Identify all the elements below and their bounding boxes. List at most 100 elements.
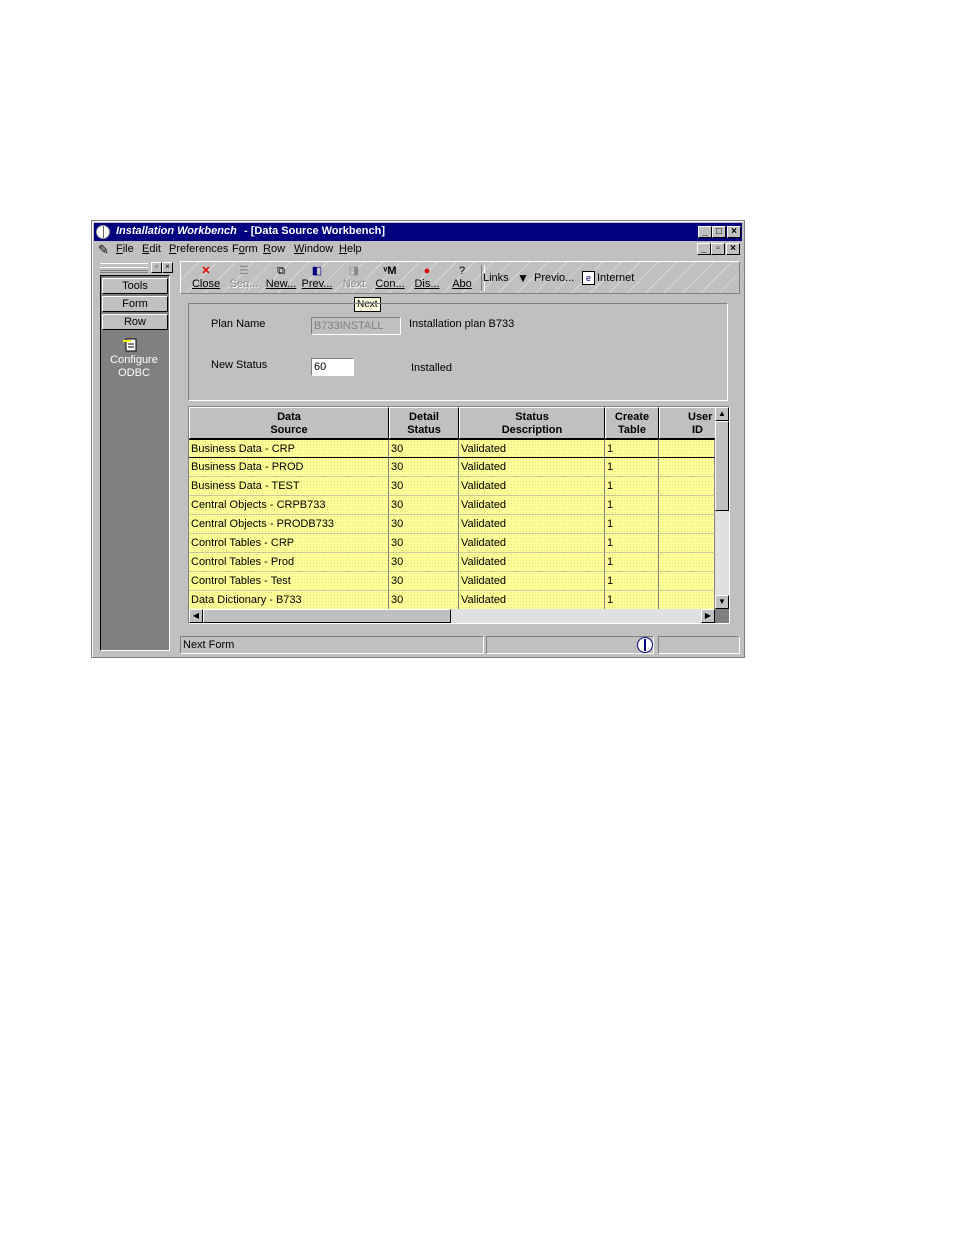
menu-preferences[interactable]: Preferences (169, 243, 228, 255)
about-button[interactable]: ? Abo (443, 264, 481, 292)
table-row[interactable]: Business Data - PROD 30 Validated 1 (189, 458, 715, 477)
cell-data-source[interactable]: Control Tables - CRP (189, 534, 389, 553)
close-window-icon[interactable]: × (727, 226, 741, 238)
cell-detail-status[interactable]: 30 (389, 591, 459, 610)
col-header-data-source[interactable]: Data Source (189, 407, 389, 439)
table-row[interactable]: Central Objects - PRODB733 30 Validated 1 (189, 515, 715, 534)
cell-detail-status[interactable]: 30 (389, 572, 459, 591)
configure-button[interactable]: ᵛM Con... (371, 264, 409, 292)
cell-create-table[interactable]: 1 (605, 496, 659, 515)
table-row[interactable]: Business Data - CRP 30 Validated 1 (189, 439, 715, 458)
cell-data-source[interactable]: Business Data - TEST (189, 477, 389, 496)
cell-create-table[interactable]: 1 (605, 439, 659, 458)
display-button[interactable]: ● Dis... (408, 264, 446, 292)
next-button[interactable]: ◨ Next (335, 264, 373, 292)
sequence-button[interactable]: ☰ Seq... (225, 264, 263, 292)
cell-user-id[interactable] (659, 572, 715, 591)
table-row[interactable]: Central Objects - CRPB733 30 Validated 1 (189, 496, 715, 515)
cell-data-source[interactable]: Business Data - CRP (189, 439, 389, 458)
cell-status-description[interactable]: Validated (459, 515, 605, 534)
cell-status-description[interactable]: Validated (459, 458, 605, 477)
links-menu[interactable]: Links (483, 272, 509, 284)
doc-restore-icon[interactable]: ▫ (711, 243, 725, 255)
cell-data-source[interactable]: Control Tables - Test (189, 572, 389, 591)
cell-status-description[interactable]: Validated (459, 534, 605, 553)
cell-user-id[interactable] (659, 553, 715, 572)
cell-create-table[interactable]: 1 (605, 477, 659, 496)
table-row[interactable]: Data Dictionary - B733 30 Validated 1 (189, 591, 715, 610)
new-status-field[interactable]: 60 (311, 358, 354, 376)
new-button[interactable]: ⧉ New... (262, 264, 300, 292)
row-button[interactable]: Row (102, 314, 168, 330)
pane-float-icon[interactable]: ▫ (151, 262, 162, 273)
cell-data-source[interactable]: Business Data - PROD (189, 458, 389, 477)
internet-icon[interactable]: e (582, 271, 595, 285)
cell-user-id[interactable] (659, 515, 715, 534)
document-pen-icon[interactable]: ✎ (98, 242, 109, 258)
table-row[interactable]: Control Tables - Test 30 Validated 1 (189, 572, 715, 591)
configure-odbc-icon[interactable] (123, 338, 139, 352)
cell-user-id[interactable] (659, 534, 715, 553)
col-header-create-table[interactable]: Create Table (605, 407, 659, 439)
cell-data-source[interactable]: Control Tables - Prod (189, 553, 389, 572)
app-globe-icon[interactable] (96, 225, 110, 239)
cell-detail-status[interactable]: 30 (389, 534, 459, 553)
menu-row[interactable]: Row (263, 243, 285, 255)
cell-status-description[interactable]: Validated (459, 572, 605, 591)
cell-detail-status[interactable]: 30 (389, 553, 459, 572)
cell-create-table[interactable]: 1 (605, 515, 659, 534)
horizontal-scroll-thumb[interactable] (203, 609, 451, 623)
scroll-right-icon[interactable]: ▶ (701, 609, 715, 623)
scroll-up-icon[interactable]: ▲ (715, 407, 729, 421)
menu-file[interactable]: File (116, 243, 134, 255)
cell-create-table[interactable]: 1 (605, 458, 659, 477)
previous-menu[interactable]: Previo... (534, 272, 574, 284)
table-row[interactable]: Business Data - TEST 30 Validated 1 (189, 477, 715, 496)
cell-detail-status[interactable]: 30 (389, 458, 459, 477)
prev-button[interactable]: ◧ Prev... (298, 264, 336, 292)
cell-user-id[interactable] (659, 458, 715, 477)
cell-data-source[interactable]: Central Objects - PRODB733 (189, 515, 389, 534)
scroll-down-icon[interactable]: ▼ (715, 595, 729, 609)
cell-user-id[interactable] (659, 496, 715, 515)
col-header-status-description[interactable]: Status Description (459, 407, 605, 439)
cell-status-description[interactable]: Validated (459, 439, 605, 458)
table-row[interactable]: Control Tables - Prod 30 Validated 1 (189, 553, 715, 572)
cell-status-description[interactable]: Validated (459, 591, 605, 610)
cell-create-table[interactable]: 1 (605, 591, 659, 610)
menu-help[interactable]: Help (339, 243, 362, 255)
cell-user-id[interactable] (659, 591, 715, 610)
links-dropdown-icon[interactable]: ▼ (517, 271, 529, 285)
cell-create-table[interactable]: 1 (605, 553, 659, 572)
cell-detail-status[interactable]: 30 (389, 477, 459, 496)
minimize-icon[interactable]: _ (698, 226, 712, 238)
scroll-left-icon[interactable]: ◀ (189, 609, 203, 623)
cell-status-description[interactable]: Validated (459, 477, 605, 496)
menu-edit[interactable]: Edit (142, 243, 161, 255)
vertical-scroll-thumb[interactable] (715, 421, 729, 511)
cell-create-table[interactable]: 1 (605, 572, 659, 591)
horizontal-scrollbar[interactable]: ◀ ▶ (189, 609, 715, 623)
close-button[interactable]: ✕ Close (187, 264, 225, 292)
cell-create-table[interactable]: 1 (605, 534, 659, 553)
tools-button[interactable]: Tools (102, 278, 168, 294)
cell-detail-status[interactable]: 30 (389, 515, 459, 534)
menu-form[interactable]: Form (232, 243, 258, 255)
menu-window[interactable]: Window (294, 243, 333, 255)
maximize-icon[interactable]: □ (712, 226, 726, 238)
cell-user-id[interactable] (659, 477, 715, 496)
table-row[interactable]: Control Tables - CRP 30 Validated 1 (189, 534, 715, 553)
cell-status-description[interactable]: Validated (459, 496, 605, 515)
pane-close-icon[interactable]: × (162, 262, 173, 273)
title-bar[interactable]: Installation Workbench - [Data Source Wo… (94, 223, 742, 241)
col-header-detail-status[interactable]: Detail Status (389, 407, 459, 439)
cell-status-description[interactable]: Validated (459, 553, 605, 572)
cell-detail-status[interactable]: 30 (389, 496, 459, 515)
cell-data-source[interactable]: Data Dictionary - B733 (189, 591, 389, 610)
cell-detail-status[interactable]: 30 (389, 439, 459, 458)
internet-link[interactable]: Internet (597, 272, 634, 284)
doc-minimize-icon[interactable]: _ (697, 243, 711, 255)
configure-odbc-label[interactable]: Configure ODBC (101, 354, 167, 380)
form-button[interactable]: Form (102, 296, 168, 312)
vertical-scrollbar[interactable]: ▲ ▼ (715, 407, 729, 609)
